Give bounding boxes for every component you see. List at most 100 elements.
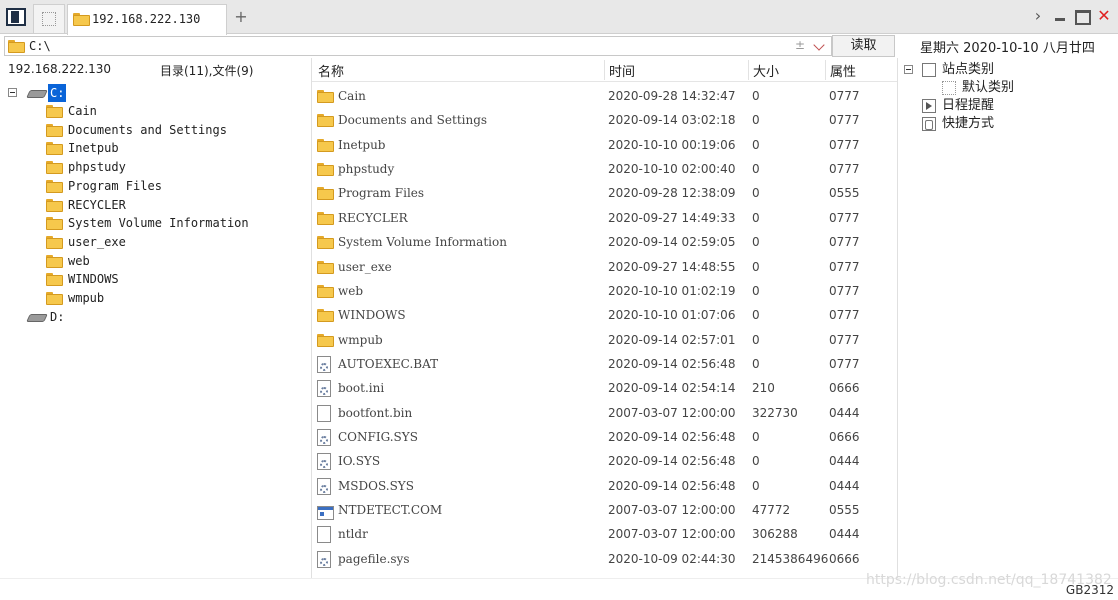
tree-folder-item[interactable]: phpstudy — [46, 158, 306, 176]
tree-folder-item[interactable]: user_exe — [46, 233, 306, 251]
plus-minus-icon[interactable]: ± — [795, 38, 805, 52]
file-row[interactable]: NTDETECT.COM 2007-03-07 12:00:00 47772 0555 — [312, 499, 897, 523]
file-time: 2020-09-14 03:02:18 — [608, 113, 736, 128]
column-separator[interactable] — [825, 60, 826, 80]
file-size: 210 — [752, 381, 775, 396]
forward-icon[interactable]: › — [1030, 8, 1046, 24]
file-row[interactable]: System Volume Information 2020-09-14 02:5… — [312, 231, 897, 255]
encoding-status[interactable]: GB2312 — [1066, 583, 1114, 597]
tree-header: 192.168.222.130 目录(11),文件(9) — [4, 58, 310, 80]
folder-icon — [317, 309, 334, 323]
file-name: MSDOS.SYS — [338, 478, 414, 493]
file-attr: 0777 — [829, 283, 860, 298]
file-time: 2020-09-27 14:48:55 — [608, 259, 736, 274]
tree-folder-item[interactable]: System Volume Information — [46, 214, 306, 232]
file-name: boot.ini — [338, 381, 385, 396]
host-address: 192.168.222.130 — [8, 62, 112, 76]
tree-folder-item[interactable]: Program Files — [46, 177, 306, 195]
file-row[interactable]: bootfont.bin 2007-03-07 12:00:00 322730 044… — [312, 402, 897, 426]
panel-toggle-icon[interactable] — [6, 8, 26, 26]
file-row[interactable]: CONFIG.SYS 2020-09-14 02:56:48 0 0666 — [312, 426, 897, 450]
file-name: phpstudy — [338, 162, 395, 177]
file-row[interactable]: Program Files 2020-09-28 12:38:09 0 0555 — [312, 182, 897, 206]
tree-folder-item[interactable]: wmpub — [46, 289, 306, 307]
file-time: 2020-09-14 02:59:05 — [608, 235, 736, 250]
minimize-icon[interactable] — [1052, 8, 1068, 24]
file-size: 0 — [752, 454, 760, 469]
folder-icon — [46, 198, 63, 212]
file-row[interactable]: IO.SYS 2020-09-14 02:56:48 0 0444 — [312, 450, 897, 474]
tree-folder-item[interactable]: Documents and Settings — [46, 121, 306, 139]
tree-folder-label: user_exe — [68, 234, 126, 249]
file-row[interactable]: user_exe 2020-09-27 14:48:55 0 0777 — [312, 256, 897, 280]
file-attr: 0777 — [829, 235, 860, 250]
file-row[interactable]: ntldr 2007-03-07 12:00:00 306288 0444 — [312, 523, 897, 547]
tree-folder-label: RECYCLER — [68, 197, 126, 212]
file-time: 2007-03-07 12:00:00 — [608, 503, 736, 517]
add-tab-button[interactable]: + — [232, 7, 250, 26]
column-separator[interactable] — [604, 60, 605, 80]
tree-folder-item[interactable]: RECYCLER — [46, 196, 306, 214]
file-row[interactable]: wmpub 2020-09-14 02:57:01 0 0777 — [312, 329, 897, 353]
tree-folder-item[interactable]: web — [46, 252, 306, 270]
file-time: 2020-09-28 12:38:09 — [608, 186, 736, 201]
file-size: 0 — [752, 137, 760, 152]
file-size: 306288 — [752, 527, 798, 542]
column-time[interactable]: 时间 — [609, 61, 635, 80]
file-attr: 0777 — [829, 137, 860, 152]
file-row[interactable]: web 2020-10-10 01:02:19 0 0777 — [312, 280, 897, 304]
folder-icon — [46, 179, 63, 193]
close-icon[interactable]: ✕ — [1096, 8, 1112, 24]
read-button[interactable]: 读取 — [832, 35, 895, 57]
file-time: 2020-10-10 01:07:06 — [608, 308, 736, 323]
file-row[interactable]: Cain 2020-09-28 14:32:47 0 0777 — [312, 85, 897, 109]
folder-icon — [46, 254, 63, 268]
file-size: 0 — [752, 113, 760, 128]
file-list-header: 名称 时间 大小 属性 — [312, 58, 897, 82]
drive-label: D: — [50, 309, 65, 324]
collapse-icon[interactable] — [8, 88, 17, 97]
chevron-down-icon[interactable] — [813, 39, 827, 53]
file-row[interactable]: MSDOS.SYS 2020-09-14 02:56:48 0 0444 — [312, 475, 897, 499]
tab-bar: 192.168.222.130 + › ✕ — [0, 0, 1118, 35]
collapse-icon[interactable] — [904, 65, 913, 74]
default-category-icon — [942, 81, 956, 95]
tree-folder-item[interactable]: Cain — [46, 102, 306, 120]
file-attr: 0777 — [829, 162, 860, 177]
file-row[interactable]: Inetpub 2020-10-10 00:19:06 0 0777 — [312, 134, 897, 158]
file-row[interactable]: pagefile.sys 2020-10-09 02:44:30 214538649… — [312, 548, 897, 572]
column-name[interactable]: 名称 — [318, 61, 344, 80]
tree-folder-label: Documents and Settings — [68, 122, 227, 137]
file-row[interactable]: Documents and Settings 2020-09-14 03:02:1… — [312, 109, 897, 133]
path-input[interactable]: C:\ ± — [4, 36, 832, 56]
file-row[interactable]: boot.ini 2020-09-14 02:54:14 210 0666 — [312, 377, 897, 401]
file-attr: 0444 — [829, 527, 860, 542]
column-separator[interactable] — [748, 60, 749, 80]
drive-node-d[interactable]: D: — [8, 308, 308, 326]
folder-icon — [317, 114, 334, 128]
file-row[interactable]: WINDOWS 2020-10-10 01:07:06 0 0777 — [312, 304, 897, 328]
drive-node-c[interactable]: C: — [8, 84, 308, 102]
drive-label: C: — [48, 84, 67, 102]
column-size[interactable]: 大小 — [753, 61, 779, 80]
tree-folder-item[interactable]: Inetpub — [46, 139, 306, 157]
file-row[interactable]: phpstudy 2020-10-10 02:00:40 0 0777 — [312, 158, 897, 182]
file-attr: 0777 — [829, 210, 860, 225]
file-attr: 0777 — [829, 332, 860, 347]
maximize-icon[interactable] — [1074, 8, 1091, 25]
window-controls: › ✕ — [1030, 6, 1112, 26]
tab-active[interactable]: 192.168.222.130 — [67, 4, 227, 35]
folder-icon — [8, 40, 25, 53]
file-time: 2020-09-14 02:56:48 — [608, 356, 736, 371]
column-attr[interactable]: 属性 — [830, 61, 856, 80]
file-attr: 0777 — [829, 89, 860, 103]
file-name: Program Files — [338, 186, 425, 201]
blank-file-icon — [317, 526, 331, 544]
file-row[interactable]: AUTOEXEC.BAT 2020-09-14 02:56:48 0 0777 — [312, 353, 897, 377]
tab-blank[interactable] — [33, 4, 65, 33]
file-row[interactable]: RECYCLER 2020-09-27 14:49:33 0 0777 — [312, 207, 897, 231]
tree-folder-item[interactable]: WINDOWS — [46, 270, 306, 288]
file-attr: 0555 — [829, 186, 860, 201]
file-time: 2020-10-10 00:19:06 — [608, 137, 736, 152]
file-size: 47772 — [752, 503, 791, 517]
